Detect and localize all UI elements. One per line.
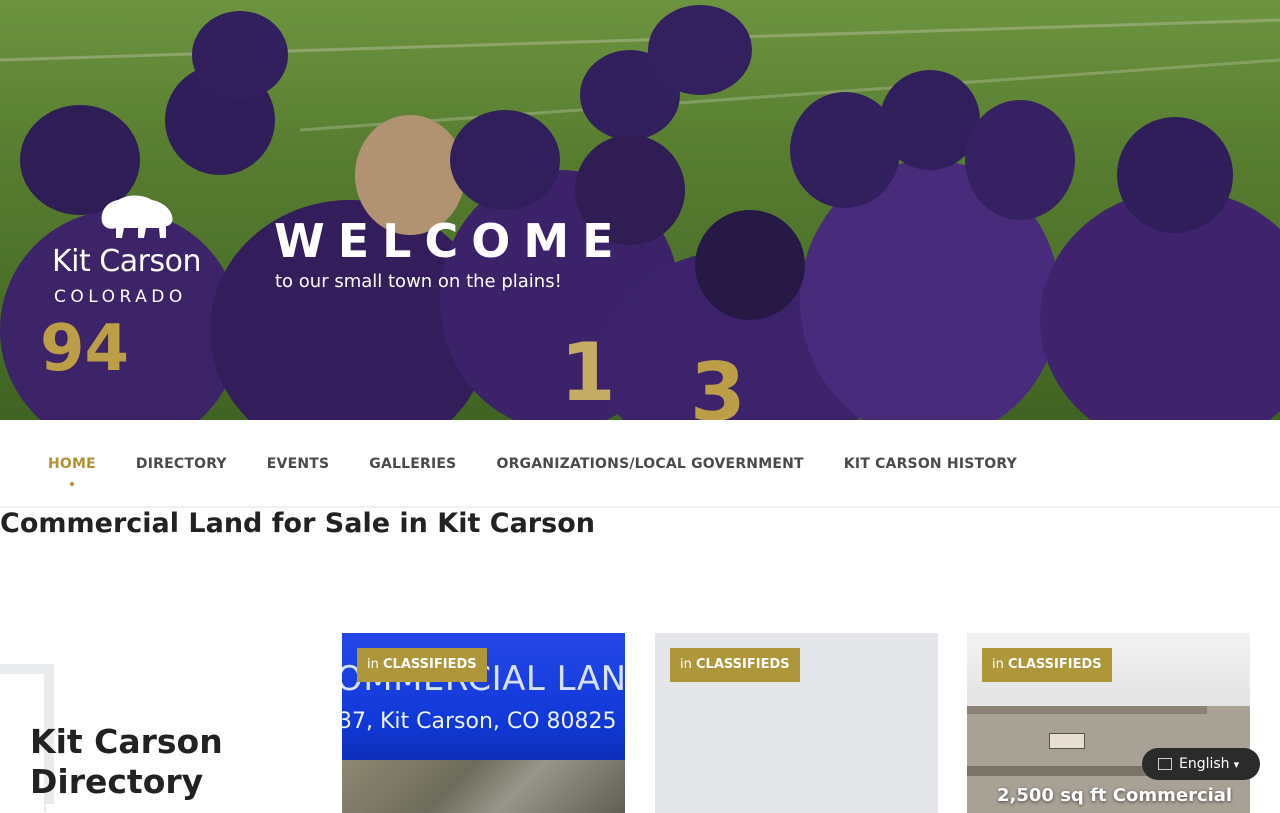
card-image-roof bbox=[967, 706, 1207, 714]
brand-name: Kit Carson bbox=[52, 244, 201, 279]
badge-prefix: in bbox=[992, 657, 1004, 672]
listing-card[interactable]: OMMERCIAL LAN 37, Kit Carson, CO 80825 i… bbox=[342, 633, 625, 813]
language-switcher[interactable]: English ▾ bbox=[1142, 748, 1260, 780]
language-label: English bbox=[1179, 756, 1230, 772]
sidebar-directory-title[interactable]: Kit Carson Directory bbox=[30, 722, 290, 801]
flag-icon bbox=[1158, 758, 1172, 770]
badge-prefix: in bbox=[680, 657, 692, 672]
card-aerial-photo bbox=[342, 760, 625, 813]
card-image-sign bbox=[1049, 733, 1085, 749]
badge-category: CLASSIFIEDS bbox=[696, 657, 790, 672]
nav-item-galleries[interactable]: GALLERIES bbox=[369, 456, 456, 472]
card-caption[interactable]: 2,500 sq ft Commercial bbox=[997, 785, 1232, 806]
nav-item-events[interactable]: EVENTS bbox=[267, 456, 330, 472]
bison-icon bbox=[101, 195, 173, 238]
card-image-subtext: 37, Kit Carson, CO 80825 bbox=[342, 709, 617, 734]
main-navigation: HOME DIRECTORY EVENTS GALLERIES ORGANIZA… bbox=[0, 420, 1280, 508]
site-logo[interactable]: Kit Carson COLORADO bbox=[52, 192, 222, 312]
category-badge[interactable]: in CLASSIFIEDS bbox=[670, 648, 800, 682]
nav-item-home[interactable]: HOME bbox=[48, 456, 96, 486]
page-title: Commercial Land for Sale in Kit Carson bbox=[0, 508, 595, 539]
nav-item-history[interactable]: KIT CARSON HISTORY bbox=[844, 456, 1017, 472]
nav-item-directory[interactable]: DIRECTORY bbox=[136, 456, 227, 472]
hero-heading: WELCOME bbox=[274, 214, 627, 268]
brand-state: COLORADO bbox=[54, 287, 187, 307]
chevron-down-icon: ▾ bbox=[1233, 757, 1240, 771]
hero-tagline: to our small town on the plains! bbox=[275, 271, 562, 292]
badge-category: CLASSIFIEDS bbox=[1008, 657, 1102, 672]
listing-card[interactable]: 2,500 sq ft Commercial in CLASSIFIEDS bbox=[967, 633, 1250, 813]
category-badge[interactable]: in CLASSIFIEDS bbox=[357, 648, 487, 682]
category-badge[interactable]: in CLASSIFIEDS bbox=[982, 648, 1112, 682]
badge-category: CLASSIFIEDS bbox=[383, 657, 477, 672]
badge-prefix: in bbox=[367, 657, 379, 672]
listing-card[interactable]: in CLASSIFIEDS bbox=[655, 633, 938, 813]
nav-item-organizations[interactable]: ORGANIZATIONS/LOCAL GOVERNMENT bbox=[496, 456, 803, 472]
hero-banner: 94 1 3 Kit Carson COLORADO WELCOME to ou… bbox=[0, 0, 1280, 420]
